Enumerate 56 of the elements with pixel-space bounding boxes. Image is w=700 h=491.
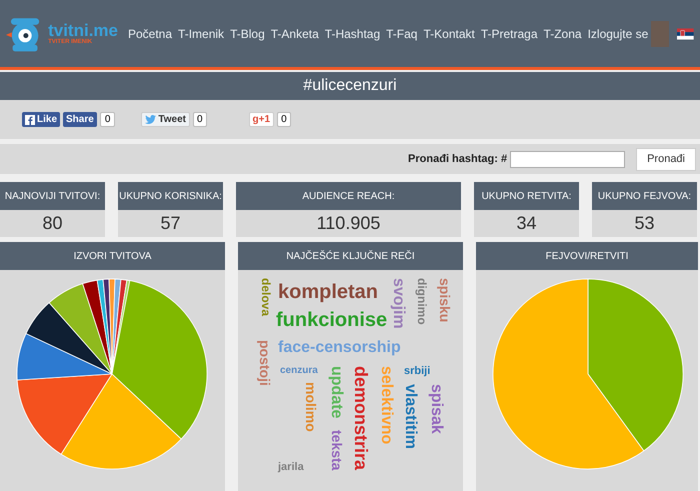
cloud-word: update	[328, 366, 344, 418]
cloud-word: cenzura	[280, 366, 318, 376]
flag-icon[interactable]	[677, 26, 694, 42]
nav-link[interactable]: T-Kontakt	[423, 24, 475, 42]
cloud-word: vlastitim	[402, 384, 418, 449]
facebook-icon	[25, 114, 35, 124]
cloud-word: teksta	[330, 430, 344, 470]
cloud-word: delova	[260, 278, 272, 316]
facebook-share-button[interactable]: Share	[63, 112, 97, 127]
cloud-word: spisak	[428, 384, 444, 434]
tweet-button[interactable]: Tweet	[141, 112, 190, 127]
cloud-word: dignimo	[416, 278, 428, 325]
cloud-word: spisku	[438, 278, 452, 322]
nav-link[interactable]: Izlogujte se	[588, 24, 648, 42]
panel-title: FEJVOVI/RETVITI	[546, 250, 628, 264]
hashtag-search-field[interactable]	[510, 150, 626, 168]
stat-value: 53	[634, 212, 655, 235]
stat-value: 110.905	[316, 212, 380, 235]
bird-icon	[145, 115, 156, 124]
search-label: Pronađi hashtag: #	[408, 152, 508, 167]
stat-value: 34	[516, 212, 537, 235]
nav-link[interactable]: Početna	[128, 24, 172, 42]
stat-label: AUDIENCE REACH:	[302, 190, 395, 204]
stat-label: UKUPNO KORISNIKA:	[119, 190, 222, 204]
nav-link[interactable]: T-Anketa	[270, 24, 319, 42]
tweet-count: 0	[192, 112, 207, 127]
logo-name: tvitni.me	[48, 22, 118, 39]
cloud-word: molimo	[304, 382, 318, 432]
google-plus-button[interactable]: g+1	[248, 112, 274, 127]
cloud-word: kompletan	[278, 282, 378, 302]
panel-title: NAJČEŠĆE KLJUČNE REČI	[286, 249, 415, 264]
share-count: 0	[100, 112, 116, 127]
stat-label: NAJNOVIJI TVITOVI:	[4, 190, 100, 204]
cloud-word: svojim	[390, 278, 406, 329]
plus-one-count: 0	[277, 112, 291, 127]
panel-title: IZVORI TVITOVA	[74, 250, 152, 264]
cloud-word: jarila	[278, 462, 304, 473]
cloud-word: selektivno	[378, 366, 394, 444]
cloud-word: srbiji	[404, 366, 430, 377]
stat-label: UKUPNO RETVITA:	[482, 190, 572, 204]
nav-link[interactable]: T-Zona	[544, 24, 582, 42]
facebook-like-button[interactable]: Like	[22, 112, 60, 127]
cloud-word: postoji	[258, 340, 272, 386]
nav-link[interactable]: T-Hashtag	[324, 24, 380, 42]
nav-link[interactable]: T-Pretraga	[480, 24, 538, 42]
cloud-word: funkcionise	[276, 310, 388, 330]
nav-link[interactable]: T-Faq	[386, 24, 418, 42]
nav-link[interactable]: T-Imenik	[178, 24, 224, 42]
nav-link[interactable]: T-Blog	[230, 24, 265, 42]
stat-value: 80	[42, 212, 63, 235]
search-button[interactable]: Pronađi	[636, 148, 696, 170]
stat-value: 57	[160, 212, 181, 235]
stat-label: UKUPNO FEJVOVA:	[598, 190, 692, 204]
cloud-word: demonstrira	[352, 366, 370, 470]
page-title: #ulicecenzuri	[303, 76, 397, 96]
cloud-word: face-censorship	[278, 340, 401, 356]
